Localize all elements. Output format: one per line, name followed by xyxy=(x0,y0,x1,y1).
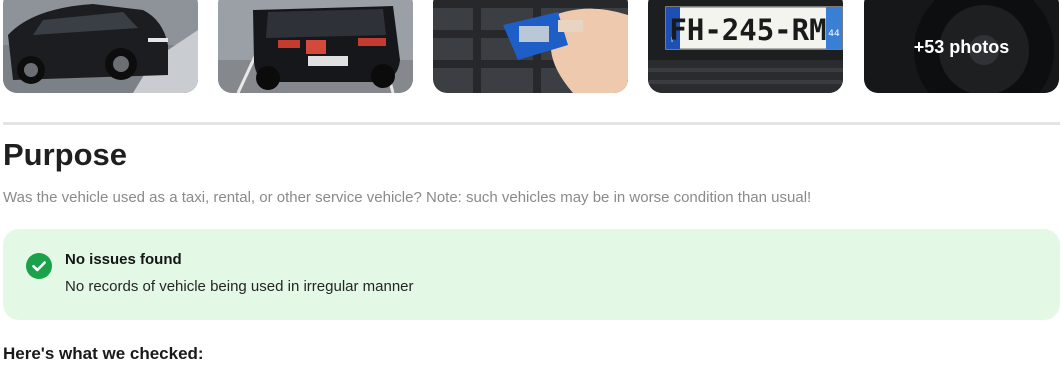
checked-heading: Here's what we checked: xyxy=(3,344,204,363)
section-divider xyxy=(3,122,1060,125)
tire-gauge-image xyxy=(433,0,628,93)
suv-rear-image xyxy=(218,0,413,93)
section-description: Was the vehicle used as a taxi, rental, … xyxy=(3,189,812,206)
gallery-photo-1[interactable] xyxy=(3,0,198,93)
license-plate-image: F FH-245-RM 44 xyxy=(648,0,843,93)
gallery-photo-3[interactable] xyxy=(433,0,628,93)
more-photos-label: +53 photos xyxy=(864,0,1059,93)
result-title: No issues found xyxy=(65,251,182,268)
result-description: No records of vehicle being used in irre… xyxy=(65,278,414,295)
check-circle-icon xyxy=(26,253,52,279)
plate-region: 44 xyxy=(828,29,840,39)
plate-number: FH-245-RM xyxy=(669,13,826,47)
gallery-photo-2[interactable] xyxy=(218,0,413,93)
gallery-photo-more[interactable]: +53 photos xyxy=(864,0,1059,93)
result-card: No issues found No records of vehicle be… xyxy=(3,229,1060,320)
section-title: Purpose xyxy=(3,137,128,172)
gallery-photo-4[interactable]: F FH-245-RM 44 xyxy=(648,0,843,93)
suv-front-image xyxy=(3,0,198,93)
